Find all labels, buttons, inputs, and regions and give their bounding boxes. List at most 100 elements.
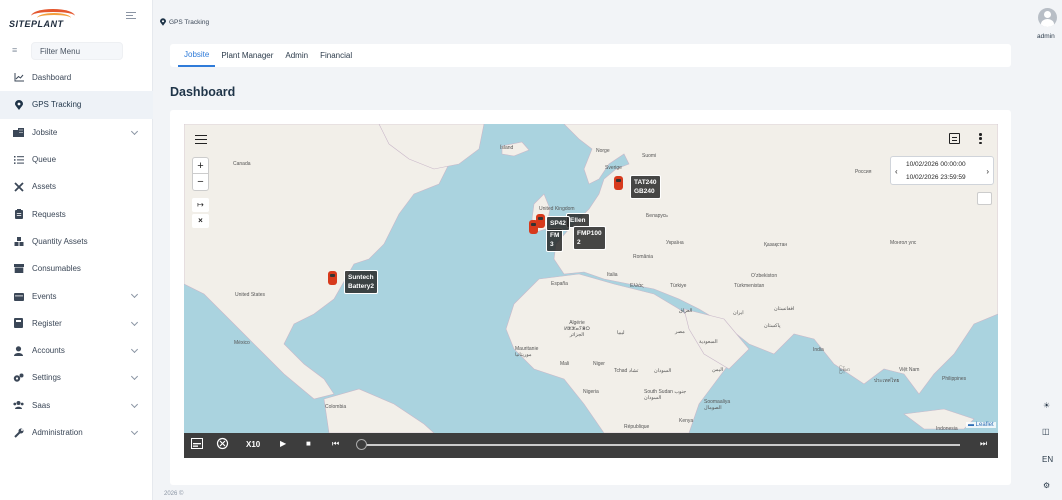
sidebar-item-quantity-assets[interactable]: Quantity Assets [0, 228, 153, 255]
sidebar-item-label: Administration [32, 428, 83, 437]
map-label-iran: ایران [733, 310, 744, 316]
map-label-thailand: ประเทศไทย [874, 378, 900, 384]
map-label-myanmar: မြန်မာ [839, 367, 851, 373]
log-icon[interactable] [191, 438, 203, 451]
user-icon [13, 345, 24, 356]
sidebar-item-gps-tracking[interactable]: GPS Tracking [0, 91, 153, 119]
world-map-land [184, 124, 998, 433]
cubes-icon [13, 236, 24, 247]
map-label-south-sudan: South Sudan جنوب السودان [644, 389, 687, 401]
route-icon[interactable] [216, 437, 229, 452]
date-to: 10/02/2026 23:59:59 [906, 174, 966, 181]
vehicle-marker[interactable] [614, 176, 623, 190]
map-label-indonesia: Indonesia [936, 426, 958, 432]
sidebar-item-settings[interactable]: Settings [0, 364, 153, 391]
stop-icon[interactable]: ■ [306, 439, 311, 448]
sidebar-item-label: Jobsite [32, 127, 58, 137]
map-label-suomi: Suomi [642, 153, 657, 159]
layout-icon[interactable]: ◫ [1042, 427, 1050, 436]
map-label-uk: United Kingdom [539, 206, 575, 212]
map-pin-icon [13, 99, 24, 110]
sidebar-item-label: Events [32, 291, 57, 301]
calendar-icon [13, 291, 24, 302]
sidebar-item-consumables[interactable]: Consumables [0, 255, 153, 282]
map-label-island: Ísland [500, 145, 514, 151]
sidebar-item-requests[interactable]: Requests [0, 200, 153, 227]
play-icon[interactable]: ▶ [280, 439, 286, 448]
date-range-picker[interactable]: ‹ 10/02/2026 00:00:00 10/02/2026 23:59:5… [890, 156, 994, 185]
map-label-canada: Canada [233, 161, 251, 167]
wrench-icon [13, 427, 24, 438]
tab-financial[interactable]: Financial [314, 44, 358, 67]
vehicle-label[interactable]: TAT240 GB240 [630, 175, 661, 199]
map-label-mexico: México [234, 340, 250, 346]
sidebar-item-register[interactable]: Register [0, 310, 153, 337]
zoom-in-button[interactable]: + [193, 158, 208, 174]
username[interactable]: admin [1037, 33, 1055, 40]
collapse-menu-icon[interactable] [126, 12, 136, 21]
leaflet-attribution[interactable]: ▬ Leaflet [966, 422, 996, 428]
sidebar-item-label: Dashboard [32, 73, 72, 83]
sidebar-item-jobsite[interactable]: Jobsite [0, 119, 153, 146]
list-icon [13, 154, 24, 165]
map-menu-icon[interactable] [195, 135, 207, 145]
map-label-yemen: اليمن [712, 367, 724, 373]
zoom-out-button[interactable]: − [193, 174, 208, 190]
layers-icon[interactable] [977, 192, 992, 205]
sidebar-item-assets[interactable]: Assets [0, 173, 153, 200]
vehicle-label[interactable]: Suntech Battery2 [344, 270, 379, 294]
table-view-icon[interactable] [949, 133, 960, 144]
sidebar-item-accounts[interactable]: Accounts [0, 337, 153, 364]
chevron-down-icon [130, 373, 139, 381]
sidebar-item-queue[interactable]: Queue [0, 146, 153, 173]
chevron-down-icon [130, 345, 139, 354]
vehicle-label[interactable]: FM 3 [546, 228, 564, 252]
settings-icon[interactable]: ⚙ [1043, 481, 1050, 490]
skip-back-icon[interactable]: ⏮ [332, 439, 339, 449]
sidebar-item-dashboard[interactable]: Dashboard [0, 64, 153, 91]
map-label-italia: Italia [607, 272, 618, 278]
avatar[interactable] [1038, 8, 1057, 27]
chevron-right-icon[interactable]: › [986, 167, 989, 176]
sidebar-item-label: Settings [32, 373, 61, 383]
map-label-ukraine: Україна [666, 240, 684, 246]
siteplant-logo[interactable]: SITEPLANT [9, 9, 81, 31]
map-label-somalia: Soomaaliya الصومال [704, 399, 731, 411]
vehicle-label[interactable]: SP42 [546, 216, 570, 231]
sidebar-item-events[interactable]: Events [0, 282, 153, 309]
filter-menu-input[interactable] [31, 42, 123, 60]
theme-icon[interactable]: ☀ [1043, 401, 1050, 410]
map-view[interactable]: Ísland Norge Sverige Suomi Canada United… [184, 124, 998, 433]
tab-admin[interactable]: Admin [279, 44, 314, 67]
map-label-saudi: السعودية [699, 339, 718, 345]
vehicle-label[interactable]: FMP100 2 [573, 226, 606, 250]
breadcrumb-label[interactable]: GPS Tracking [169, 19, 209, 26]
language-toggle[interactable]: EN [1042, 455, 1053, 464]
sidebar-item-saas[interactable]: Saas [0, 392, 153, 419]
map-label-ellas: Ελλάς [630, 283, 644, 289]
playback-track[interactable] [364, 444, 960, 446]
map-label-turkiye: Türkiye [670, 283, 687, 289]
speed-toggle[interactable]: X10 [246, 440, 260, 449]
map-label-mali: Mali [560, 361, 570, 367]
vehicle-marker[interactable] [328, 271, 337, 285]
map-label-belarus: Беларусь [646, 213, 668, 219]
playback-thumb[interactable] [356, 439, 367, 450]
register-icon [13, 318, 24, 329]
fit-bounds-icon[interactable]: ↦ [192, 198, 209, 212]
sidebar-item-label: Accounts [32, 346, 65, 356]
chevron-down-icon [130, 400, 139, 408]
chevron-left-icon[interactable]: ‹ [895, 167, 898, 176]
tab-plant-manager[interactable]: Plant Manager [215, 44, 279, 67]
sidebar-item-label: Quantity Assets [32, 236, 88, 246]
tab-jobsite[interactable]: Jobsite [178, 44, 216, 67]
vehicle-marker[interactable] [536, 214, 545, 228]
map-label-tchad: Tchad تشاد [614, 368, 639, 374]
more-options-icon[interactable] [979, 133, 982, 145]
box-icon [13, 263, 24, 274]
sidebar-item-label: Requests [32, 209, 66, 219]
skip-forward-icon[interactable]: ⏭ [980, 439, 987, 449]
sidebar-item-administration[interactable]: Administration [0, 419, 153, 446]
clear-icon[interactable]: × [192, 214, 209, 228]
sidebar-item-label: Queue [32, 155, 57, 165]
